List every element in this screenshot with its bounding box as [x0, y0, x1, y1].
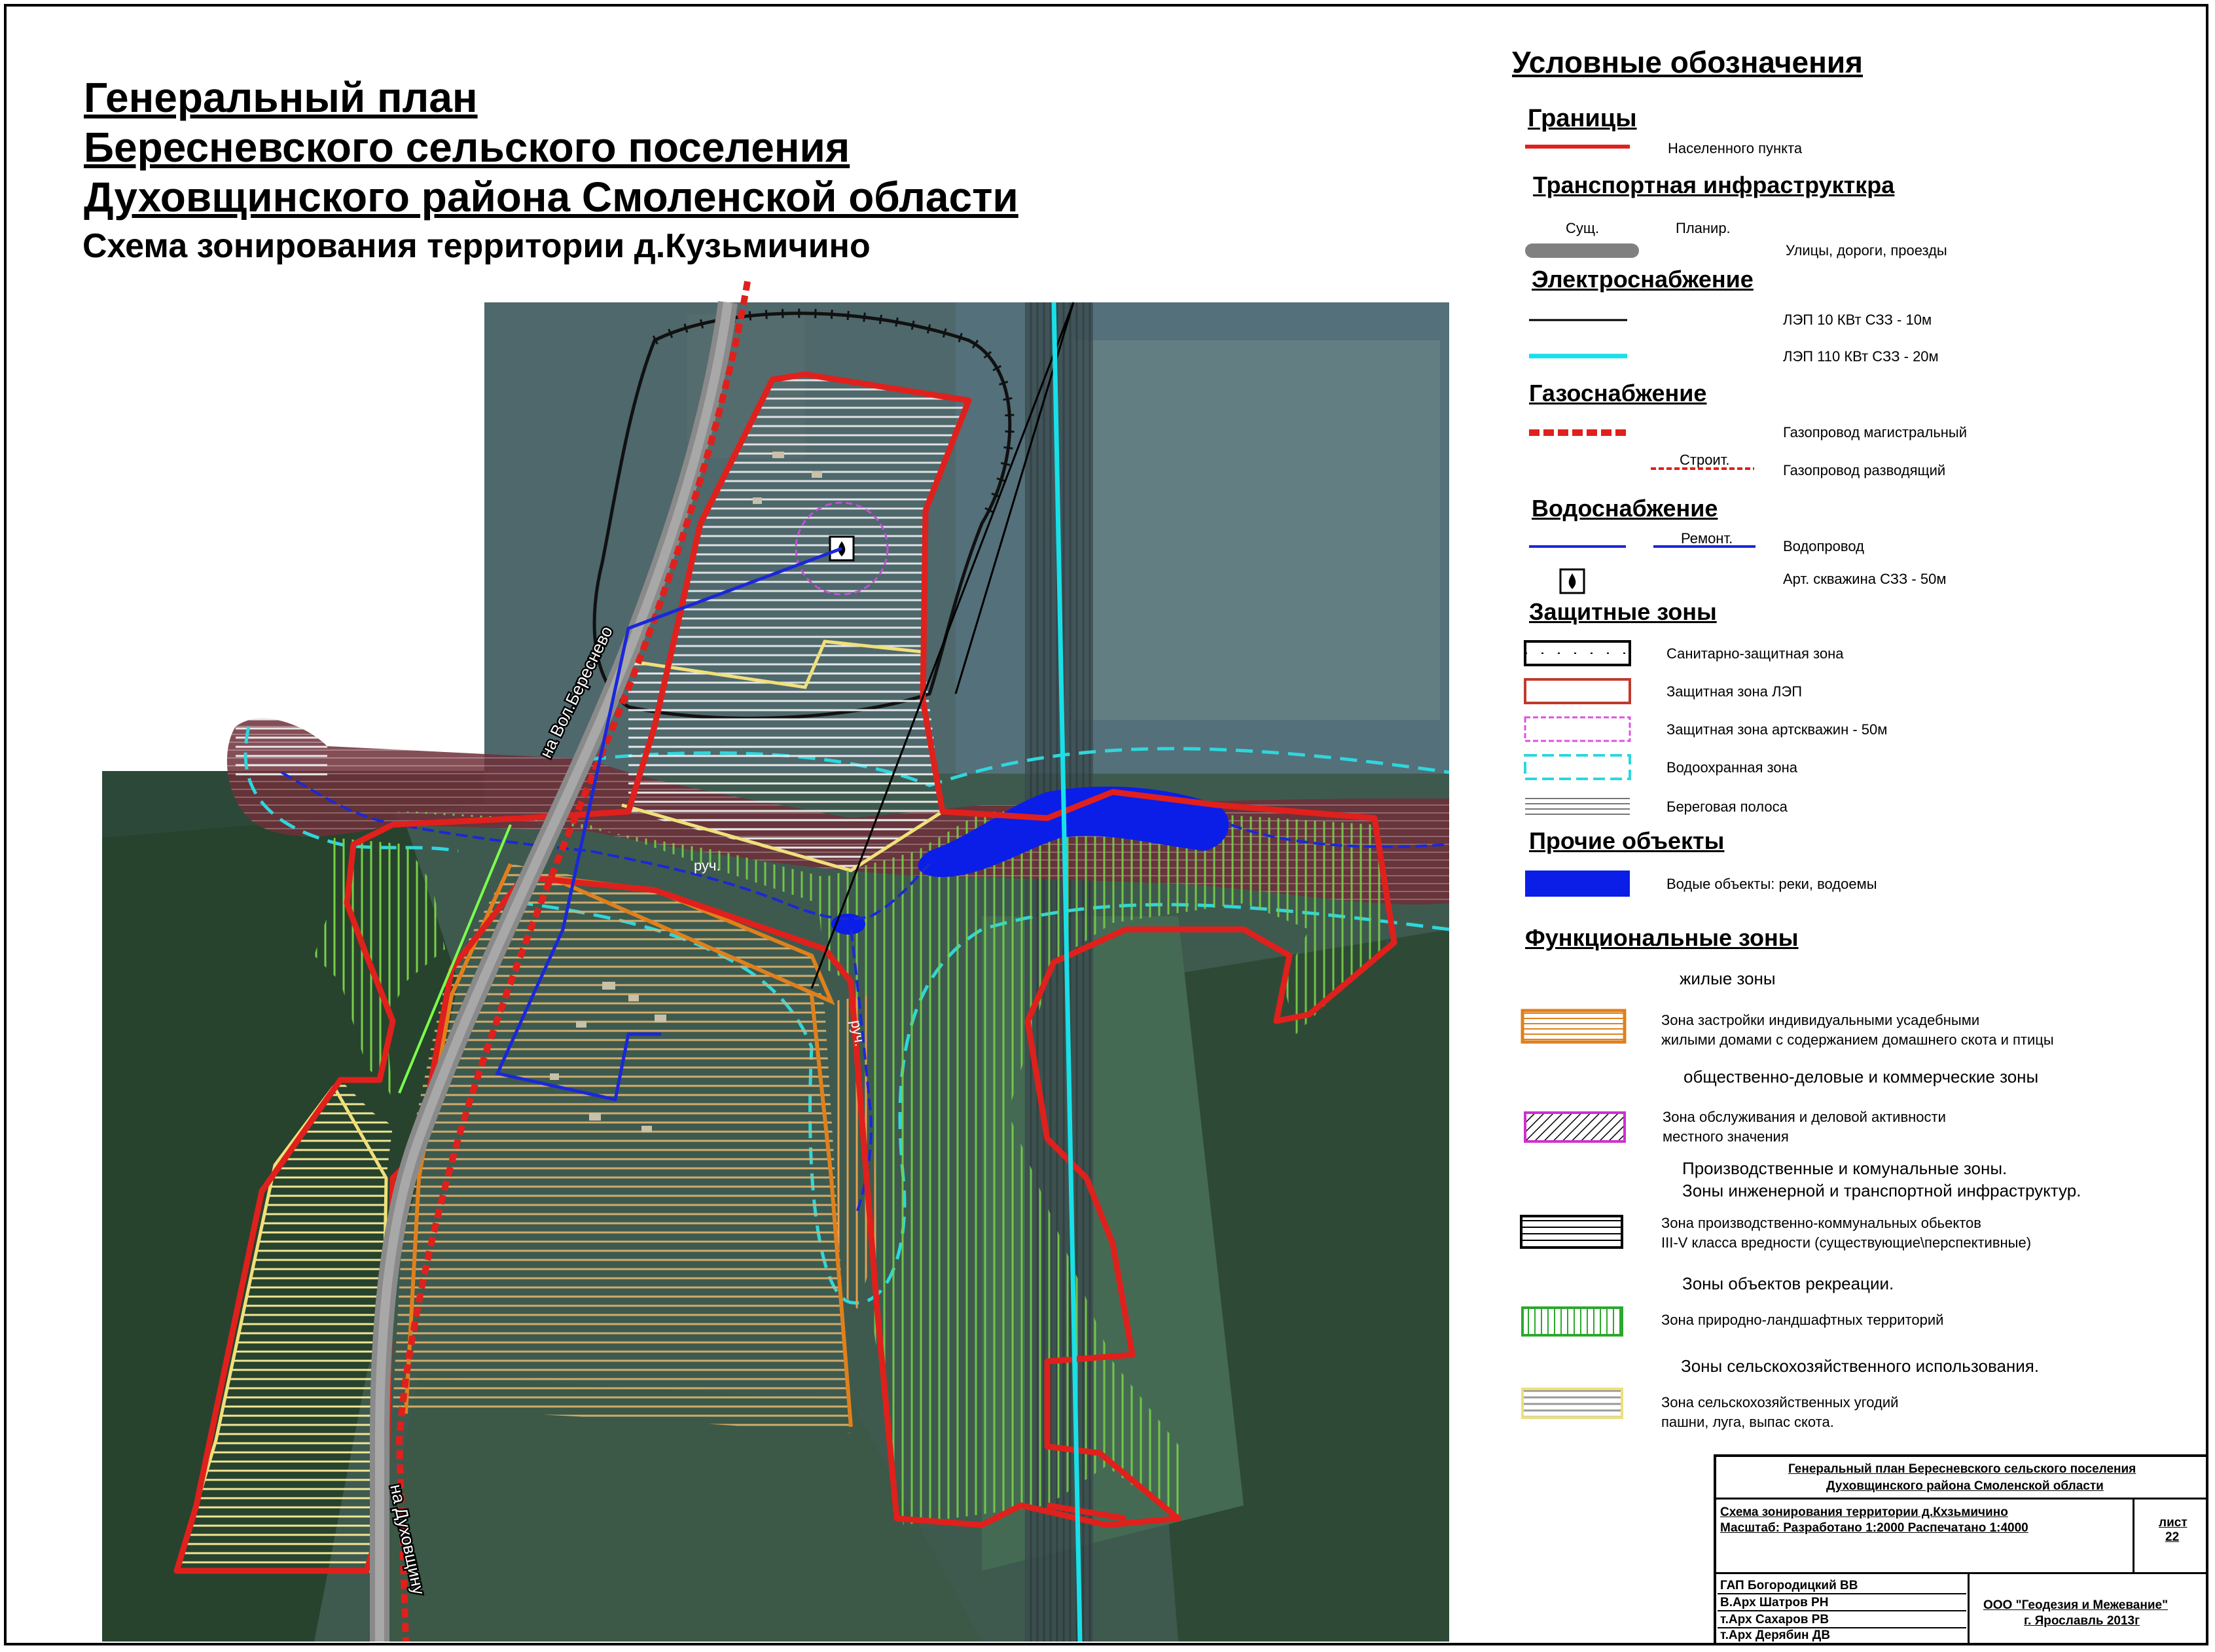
legend-business-head: общественно-деловые и коммерческие зоны — [1684, 1067, 2039, 1086]
legend-recreation-head: Зоны объектов рекреации. — [1682, 1274, 1894, 1293]
legend-recreation-text: Зона природно-ландшафтных территорий — [1661, 1312, 1944, 1328]
legend-residential-2: жилыми домами с содержанием домашнего ск… — [1661, 1032, 2054, 1048]
stream-label-1: руч. — [694, 857, 721, 874]
legend-section-gas: Газоснабжение — [1529, 380, 1707, 406]
legend-water-obj-text: Водые объекты: реки, водоемы — [1666, 876, 1877, 892]
stamp-sheet-num: 22 — [2165, 1530, 2180, 1544]
legend-section-protect: Защитные зоны — [1529, 598, 1717, 625]
legend-section-water: Водоснабжение — [1532, 495, 1718, 522]
legend-lep-zone — [1524, 678, 1631, 704]
stamp-varh: В.Арх Шатров РН — [1720, 1596, 1829, 1609]
stamp-sheet-label: лист — [2159, 1516, 2188, 1530]
legend-water-body — [1525, 871, 1630, 897]
legend-section-functional: Функциональные зоны — [1525, 924, 1799, 951]
legend-exist: Сущ. — [1566, 220, 1600, 236]
legend-roads-text: Улицы, дороги, проезды — [1786, 242, 1947, 259]
legend-gas-main-text: Газопровод магистральный — [1783, 424, 1968, 440]
legend-section-transport: Транспортная инфраструкткра — [1533, 171, 1895, 198]
legend-water-protect-text: Водоохранная зона — [1666, 759, 1797, 776]
legend-industry-zone — [1520, 1215, 1623, 1249]
legend-agri-1: Зона сельскохозяйственных угодий — [1661, 1394, 1899, 1410]
legend-residential-zone — [1521, 1009, 1627, 1044]
legend-section-borders: Границы — [1528, 105, 1637, 132]
stamp-city: г. Ярославль 2013г — [2024, 1614, 2140, 1628]
legend-recreation-zone — [1521, 1306, 1623, 1337]
legend-heading: Условные обозначения — [1512, 45, 1864, 79]
legend-agri-head: Зоны сельскохозяйственного использования… — [1681, 1356, 2040, 1376]
legend-residential-1: Зона застройки индивидуальными усадебным… — [1661, 1012, 1980, 1028]
legend-sanitary-text: Санитарно-защитная зона — [1666, 645, 1844, 662]
legend-lep10-text: ЛЭП 10 КВт СЗЗ - 10м — [1783, 312, 1932, 328]
stamp-line-2: Духовщинского района Смоленской области — [1826, 1479, 2104, 1493]
legend-well-zone-text: Защитная зона артскважин - 50м — [1666, 721, 1888, 738]
legend-agri-zone — [1521, 1388, 1623, 1419]
legend-gas-dist-text: Газопровод разводящий — [1783, 462, 1946, 478]
legend-industry-1: Зона производственно-коммунальных обьект… — [1661, 1215, 1981, 1231]
stamp-line-1: Генеральный план Бересневского сельского… — [1788, 1462, 2136, 1476]
legend-section-other: Прочие объекты — [1529, 827, 1725, 854]
legend-plan: Планир. — [1676, 220, 1731, 236]
stamp-scheme: Схема зонирования территории д.Кхзьмичин… — [1720, 1505, 2008, 1519]
stamp-tarh-1: т.Арх Сахаров РВ — [1720, 1613, 1829, 1626]
title-stamp: Генеральный план Бересневского сельского… — [1714, 1454, 2208, 1645]
legend-lep-zone-text: Защитная зона ЛЭП — [1666, 683, 1803, 700]
stamp-org: ООО "Геодезия и Межевание" — [1983, 1598, 2169, 1612]
stamp-gap: ГАП Богородицкий ВВ — [1720, 1579, 1858, 1592]
legend-gas-build: Строит. — [1680, 452, 1730, 468]
legend-section-power: Электроснабжение — [1532, 266, 1754, 293]
legend-industry-head-2: Зоны инженерной и транспортной инфрастру… — [1682, 1181, 2081, 1200]
legend-water-repair-text: Ремонт. — [1681, 530, 1733, 547]
legend-water-pipe-text: Водопровод — [1783, 538, 1864, 554]
stamp-scale: Масштаб: Разработано 1:2000 Распечатано … — [1720, 1521, 2028, 1535]
legend-sanitary-zone — [1524, 640, 1631, 666]
legend-settlement-text: Населенного пункта — [1668, 140, 1803, 156]
legend-well-text: Арт. скважина СЗЗ - 50м — [1783, 571, 1947, 587]
legend-shore — [1525, 795, 1630, 818]
legend-industry-2: III-V класса вредности (существующие\пер… — [1661, 1234, 2032, 1251]
legend-residential-head: жилые зоны — [1680, 969, 1776, 988]
legend-agri-2: пашни, луга, выпас скота. — [1661, 1414, 1834, 1430]
legend-well-zone — [1524, 716, 1631, 742]
legend-business-1: Зона обслуживания и деловой активности — [1663, 1109, 1946, 1125]
stamp-tarh-2: т.Арх Дерябин ДВ — [1720, 1628, 1831, 1642]
legend-industry-head-1: Производственные и комунальные зоны. — [1682, 1158, 2008, 1178]
legend-business-2: местного значения — [1663, 1128, 1789, 1145]
legend-shore-text: Береговая полоса — [1666, 799, 1788, 815]
legend-business-zone — [1524, 1111, 1626, 1143]
legend-water-protect — [1524, 754, 1631, 780]
legend-lep110-text: ЛЭП 110 КВт СЗЗ - 20м — [1783, 348, 1939, 365]
legend-road — [1525, 243, 1639, 258]
